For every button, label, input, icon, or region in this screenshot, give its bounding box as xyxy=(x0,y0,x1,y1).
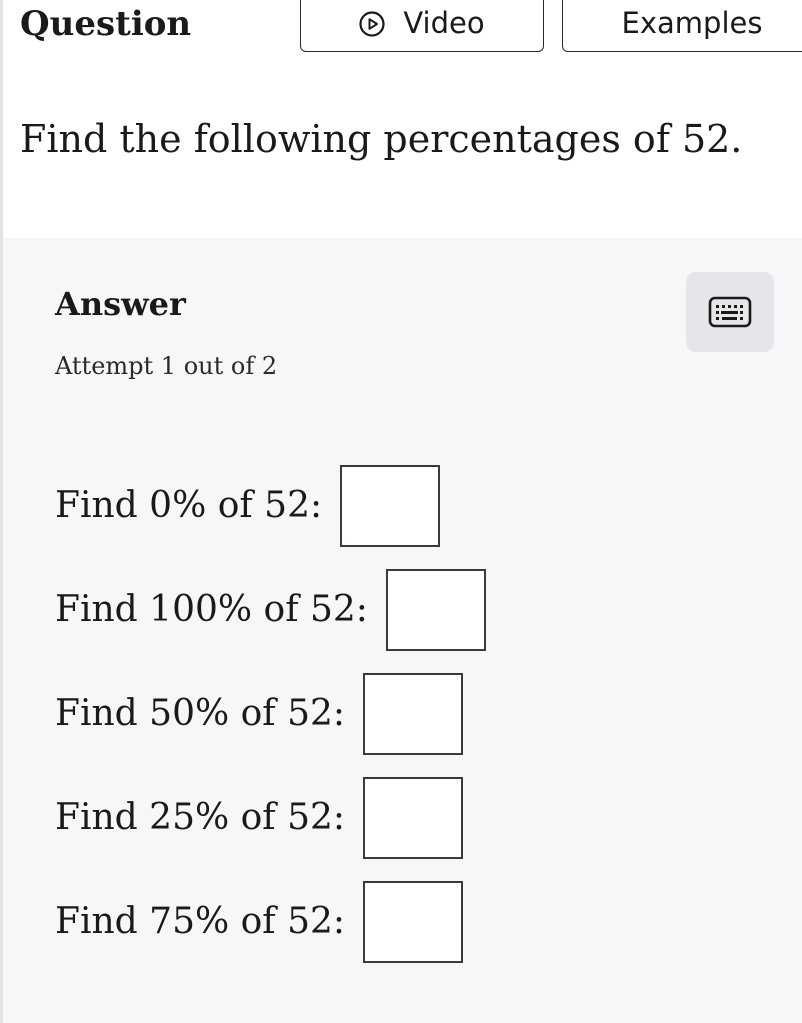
answer-row-100-percent: Find 100% of 52: xyxy=(55,565,486,655)
tab-examples[interactable]: Examples xyxy=(562,0,802,52)
answer-row-label: Find 50% of 52: xyxy=(55,693,346,734)
attempt-counter: Attempt 1 out of 2 xyxy=(55,352,278,380)
answer-row-label: Find 0% of 52: xyxy=(55,485,323,526)
tab-video-label: Video xyxy=(403,5,485,40)
question-prompt: Find the following percentages of 52. xyxy=(20,117,743,161)
answer-row-50-percent: Find 50% of 52: xyxy=(55,669,464,759)
answer-input-25-percent[interactable] xyxy=(363,777,464,859)
keyboard-icon xyxy=(708,296,752,328)
answer-row-label: Find 75% of 52: xyxy=(55,901,346,942)
answer-heading: Answer xyxy=(55,285,186,323)
answer-row-25-percent: Find 25% of 52: xyxy=(55,773,464,863)
tab-examples-label: Examples xyxy=(621,5,763,40)
keyboard-toggle-button[interactable] xyxy=(686,272,774,352)
tab-video[interactable]: Video xyxy=(300,0,544,52)
page: Question Video Examples Find the followi… xyxy=(0,0,802,1023)
question-title: Question xyxy=(20,4,192,44)
answer-row-75-percent: Find 75% of 52: xyxy=(55,877,464,967)
answer-input-75-percent[interactable] xyxy=(363,881,464,963)
answer-row-0-percent: Find 0% of 52: xyxy=(55,461,441,551)
answer-row-label: Find 100% of 52: xyxy=(55,589,368,630)
answer-row-label: Find 25% of 52: xyxy=(55,797,346,838)
question-header: Question Video Examples xyxy=(0,0,802,58)
answer-input-0-percent[interactable] xyxy=(340,465,441,547)
play-icon xyxy=(359,10,385,37)
answer-input-100-percent[interactable] xyxy=(385,569,486,651)
answer-input-50-percent[interactable] xyxy=(363,673,464,755)
answer-panel: Answer Attempt 1 out of 2 Find 0% of 52: xyxy=(3,238,802,1023)
